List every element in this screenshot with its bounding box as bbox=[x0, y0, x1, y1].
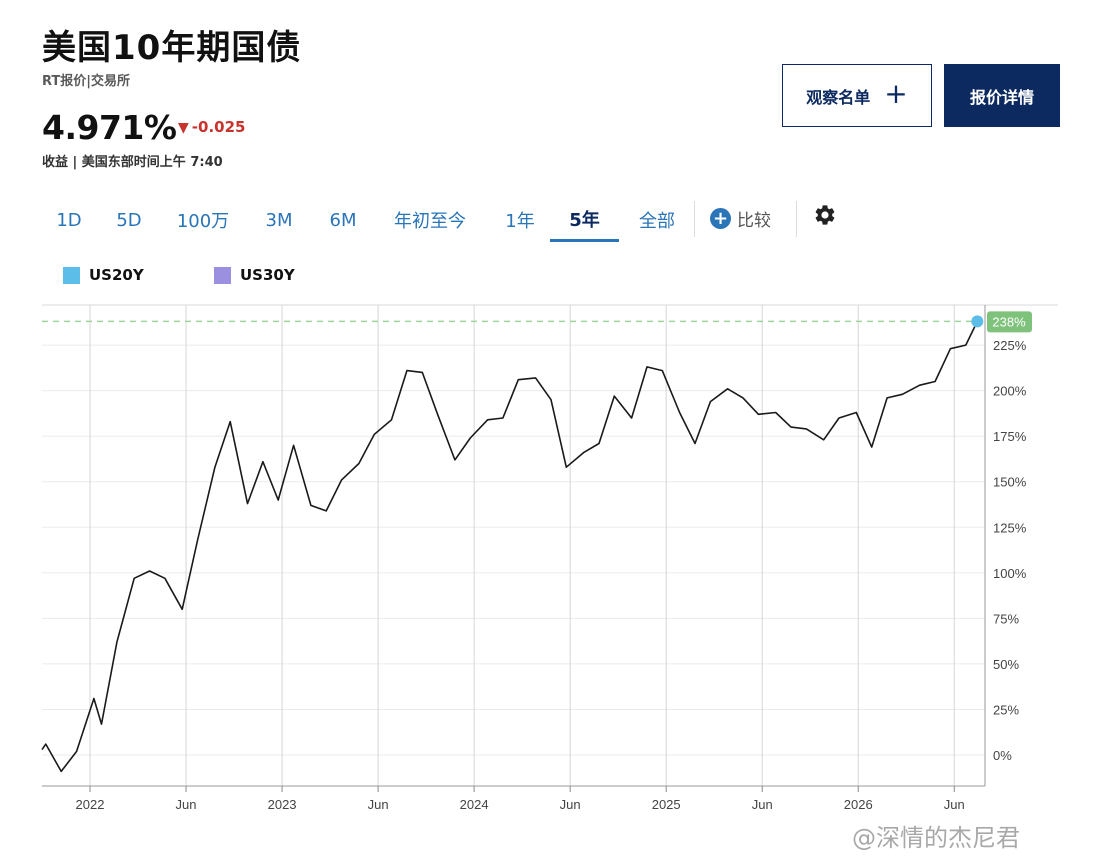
page-title: 美国10年期国债 bbox=[42, 28, 302, 68]
tab-ytd[interactable]: 年初至今 bbox=[382, 198, 478, 242]
compare-label: 比较 bbox=[737, 211, 771, 231]
y-tick-label: 50% bbox=[993, 657, 1019, 672]
legend-swatch bbox=[214, 266, 231, 284]
x-tick-label: Jun bbox=[560, 797, 581, 812]
y-tick-label: 200% bbox=[993, 384, 1027, 399]
tab-6m[interactable]: 6M bbox=[316, 198, 370, 242]
y-tick-label: 175% bbox=[993, 429, 1027, 444]
tab-100w[interactable]: 100万 bbox=[166, 198, 240, 242]
y-tick-label: 225% bbox=[993, 338, 1027, 353]
yield-timestamp: 收益 | 美国东部时间上午 7:40 bbox=[42, 155, 223, 170]
y-tick-label: 0% bbox=[993, 748, 1012, 763]
legend-swatch bbox=[63, 266, 80, 284]
x-tick-label: 2025 bbox=[652, 797, 681, 812]
x-tick-label: Jun bbox=[944, 797, 965, 812]
x-tick-label: 2022 bbox=[76, 797, 105, 812]
change-value: -0.025 bbox=[191, 118, 246, 136]
tab-1y[interactable]: 1年 bbox=[492, 198, 548, 242]
tab-3m[interactable]: 3M bbox=[252, 198, 306, 242]
down-arrow-icon: ▼ bbox=[178, 120, 189, 136]
tab-divider bbox=[796, 201, 797, 237]
line-chart: 0% 25% 50% 75% 100% 125% 150% 175% 200% 225% 2022 J… bbox=[41, 304, 1058, 812]
y-tick-label: 100% bbox=[993, 566, 1027, 581]
x-tick-label: 2023 bbox=[268, 797, 297, 812]
last-value-label: 238% bbox=[992, 314, 1026, 329]
watchlist-button[interactable]: 观察名单 + bbox=[782, 64, 932, 127]
tab-5y[interactable]: 5年 bbox=[550, 198, 619, 242]
last-point-marker bbox=[971, 315, 984, 328]
exchange-subtitle: RT报价|交易所 bbox=[42, 74, 131, 89]
x-tick-label: Jun bbox=[752, 797, 773, 812]
watchlist-label: 观察名单 bbox=[806, 87, 871, 107]
tab-all[interactable]: 全部 bbox=[630, 198, 684, 242]
legend-label: US20Y bbox=[89, 266, 144, 284]
x-tick-label: Jun bbox=[176, 797, 197, 812]
y-tick-label: 25% bbox=[993, 702, 1019, 717]
x-tick-label: Jun bbox=[368, 797, 389, 812]
y-tick-label: 125% bbox=[993, 520, 1027, 535]
tab-divider bbox=[694, 201, 695, 237]
x-tick-label: 2026 bbox=[844, 797, 873, 812]
legend-item-us20y[interactable]: US20Y bbox=[63, 266, 144, 284]
tab-1d[interactable]: 1D bbox=[42, 198, 96, 242]
series-line bbox=[41, 321, 979, 773]
legend-label: US30Y bbox=[240, 266, 295, 284]
gear-icon[interactable] bbox=[813, 203, 837, 227]
compare-button[interactable]: + 比较 bbox=[710, 206, 771, 231]
tab-5d[interactable]: 5D bbox=[102, 198, 156, 242]
price-change: ▼ -0.025 bbox=[178, 118, 245, 136]
plus-circle-icon: + bbox=[710, 208, 731, 229]
y-tick-label: 75% bbox=[993, 611, 1019, 626]
plus-icon: + bbox=[884, 77, 908, 110]
watermark: @深情的杰尼君 bbox=[852, 824, 1020, 852]
price-value: 4.971% bbox=[42, 108, 177, 147]
quote-details-button[interactable]: 报价详情 bbox=[944, 64, 1060, 127]
y-tick-label: 150% bbox=[993, 475, 1027, 490]
legend-item-us30y[interactable]: US30Y bbox=[214, 266, 295, 284]
x-tick-label: 2024 bbox=[460, 797, 489, 812]
